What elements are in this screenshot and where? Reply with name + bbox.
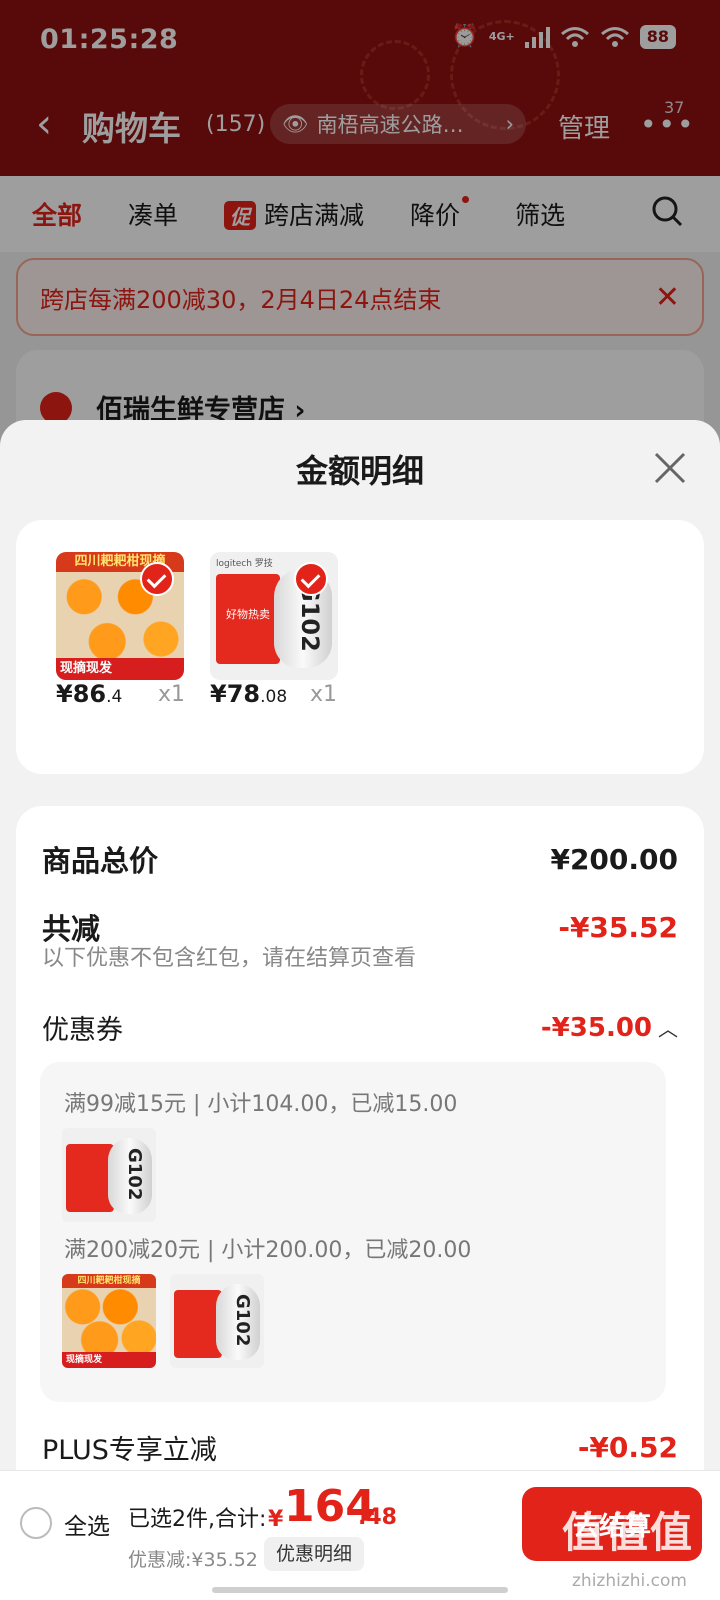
goods-total-label: 商品总价 [42,844,159,878]
coupon-rule: 满200减20元 | 小计200.00，已减20.00 [64,1238,472,1263]
plus-label: PLUS专享立减 [42,1435,217,1466]
sheet-title: 金额明细 [295,452,424,490]
product-item[interactable]: 四川耙耙柑现摘 现摘现发 [56,552,184,680]
coupon-value-wrap: -¥35.00 ︿ [541,1013,678,1043]
coupon-item-orange: 四川耙耙柑现摘 现摘现发 [62,1274,156,1368]
discount-note: 以下优惠不包含红包，请在结算页查看 [42,946,417,971]
image-badge [66,1144,114,1212]
selected-items-card: 四川耙耙柑现摘 现摘现发 ¥86.4 x1 logitech 罗技 好物热卖 G… [16,520,704,774]
product-qty: x1 [310,682,338,707]
total-symbol: ¥ [268,1507,284,1532]
coupon-item-mouse: G102 [62,1128,156,1222]
check-icon [140,562,174,596]
price-detail-sheet: 金额明细 四川耙耙柑现摘 现摘现发 ¥86.4 x1 logitech 罗技 好… [0,420,720,1506]
discount-detail-button[interactable]: 优惠明细 [264,1537,365,1571]
product-qty: x1 [158,682,186,707]
discount-info: 优惠减:¥35.52 [128,1549,258,1571]
coupon-item-mouse: G102 [170,1274,264,1368]
total-decimal: .48 [358,1505,397,1530]
image-badge [174,1290,222,1358]
image-badge: 好物热卖 [216,574,280,664]
goods-total-value: ¥200.00 [550,842,678,876]
selected-info: 已选2件,合计: [128,1507,267,1532]
select-all-radio[interactable] [20,1507,52,1539]
home-indicator[interactable] [212,1587,508,1593]
price-int: ¥86 [56,680,107,708]
product-image-orange: 四川耙耙柑现摘 现摘现发 [56,552,184,680]
brand-label: logitech 罗技 [216,559,273,569]
coupon-rule: 满99减15元 | 小计104.00，已减15.00 [64,1092,458,1117]
plus-value: -¥0.52 [577,1431,678,1464]
plus-discount-row: PLUS专享立减 -¥0.52 [42,1428,678,1467]
price-int: ¥78 [210,680,261,708]
image-caption: 四川耙耙柑现摘 [62,1274,156,1288]
image-caption: G102 [124,1148,145,1201]
goods-total-row: 商品总价 ¥200.00 [42,838,678,880]
image-caption: 现摘现发 [62,1352,156,1368]
product-image-mouse: logitech 罗技 好物热卖 G102 [210,552,338,680]
select-all-label[interactable]: 全选 [64,1507,110,1541]
checkout-bar: 全选 已选2件,合计: ¥ 164 .48 优惠减:¥35.52 优惠明细 去结… [0,1470,720,1600]
coupon-detail-box: 满99减15元 | 小计104.00，已减15.00 G102 满200减20元… [40,1062,666,1402]
chevron-up-icon[interactable]: ︿ [658,1013,678,1042]
product-price: ¥86.4 [56,680,122,708]
coupon-value: -¥35.00 [540,1012,652,1043]
price-dec: .08 [260,687,288,707]
product-item[interactable]: logitech 罗技 好物热卖 G102 [210,552,338,680]
check-icon [294,562,328,596]
price-summary: 商品总价 ¥200.00 共减 -¥35.52 以下优惠不包含红包，请在结算页查… [16,806,704,1506]
watermark: 值值值 [562,1508,695,1557]
coupon-row[interactable]: 优惠券 -¥35.00 ︿ [42,1008,678,1047]
total-reduce-value: -¥35.52 [558,910,678,944]
watermark-url: zhizhizhi.com [572,1571,687,1591]
product-price: ¥78.08 [210,680,287,708]
image-caption: 现摘现发 [56,658,184,680]
coupon-label: 优惠券 [42,1015,123,1046]
close-icon[interactable] [650,448,690,488]
price-dec: .4 [106,687,123,707]
image-caption: G102 [232,1294,253,1347]
